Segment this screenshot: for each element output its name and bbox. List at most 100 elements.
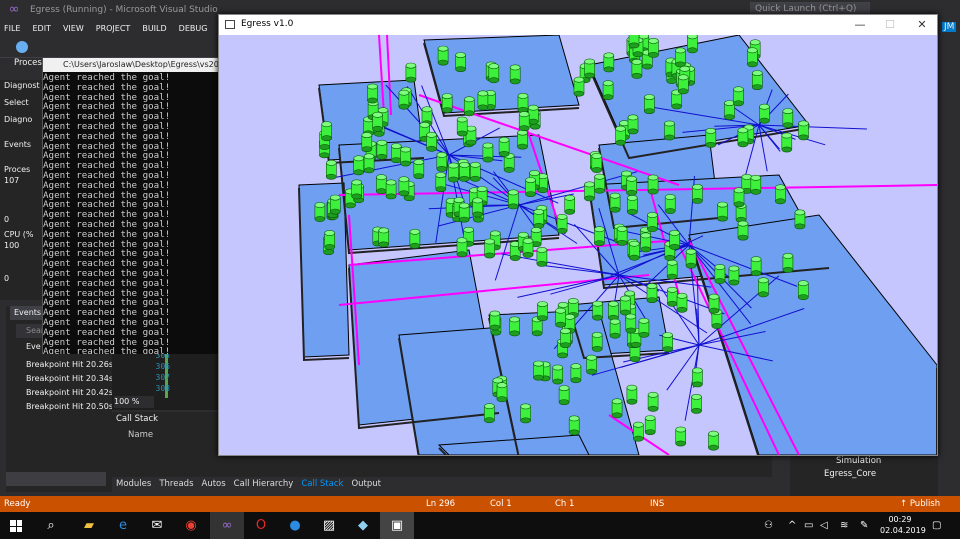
diag-cpu-min: 0 xyxy=(4,274,10,283)
tab-autos[interactable]: Autos xyxy=(202,477,226,491)
floor-slab xyxy=(688,214,937,455)
agent-top xyxy=(326,159,337,166)
agent-base xyxy=(664,134,675,141)
menu-edit[interactable]: EDIT xyxy=(32,24,50,33)
opera-icon[interactable]: O xyxy=(244,512,278,539)
pen-icon[interactable]: ✎ xyxy=(860,512,868,539)
agent-top xyxy=(594,173,605,180)
people-icon[interactable]: ⚇ xyxy=(764,512,773,539)
list-item[interactable]: Breakpoint Hit 20.34s xyxy=(26,372,113,386)
agent-top xyxy=(584,181,595,188)
agent-base xyxy=(400,160,411,167)
agent-top xyxy=(448,162,459,169)
list-item[interactable]: Breakpoint Hit 20.42s xyxy=(26,386,113,400)
agent-top xyxy=(321,121,332,128)
tab-modules[interactable]: Modules xyxy=(116,477,151,491)
tab-output[interactable]: Output xyxy=(351,477,381,491)
list-item[interactable]: Breakpoint Hit 20.26s xyxy=(26,358,113,372)
agent-base xyxy=(594,187,605,194)
agent-top xyxy=(530,227,542,233)
agent-base xyxy=(437,59,449,66)
back-icon[interactable] xyxy=(16,41,28,53)
agent-base xyxy=(687,47,698,54)
agent-top xyxy=(733,86,744,93)
agent-top xyxy=(728,265,740,272)
agent-base xyxy=(456,130,468,137)
menu-debug[interactable]: DEBUG xyxy=(179,24,208,33)
mail-icon[interactable]: ✉ xyxy=(140,512,174,539)
agent-base xyxy=(644,429,656,435)
tab-call-stack[interactable]: Call Stack xyxy=(301,477,343,491)
tree-item-simulation[interactable]: Simulation xyxy=(790,455,940,468)
minimize-button[interactable]: — xyxy=(845,17,875,33)
agent-base xyxy=(629,356,641,362)
tab-threads[interactable]: Threads xyxy=(159,477,193,491)
app-icon[interactable]: ◆ xyxy=(346,512,380,539)
edge-icon[interactable]: e xyxy=(106,512,140,539)
agent-top xyxy=(555,307,566,314)
agent-base xyxy=(436,165,448,172)
agent-base xyxy=(464,110,475,117)
agent-top xyxy=(750,174,762,181)
agent-top xyxy=(794,209,806,216)
agent-base xyxy=(584,195,595,202)
messenger-icon[interactable]: ● xyxy=(278,512,312,539)
agent-base xyxy=(798,134,809,141)
diag-events[interactable]: Events xyxy=(0,139,44,150)
tab-call-hierarchy[interactable]: Call Hierarchy xyxy=(234,477,294,491)
agent-base xyxy=(677,88,689,95)
agent-base xyxy=(750,188,762,195)
chevron-up-icon[interactable]: ^ xyxy=(788,512,796,539)
agent-top xyxy=(647,212,658,218)
arrow-up-icon: ↑ xyxy=(900,499,910,509)
maximize-button[interactable]: ☐ xyxy=(875,17,905,33)
menu-project[interactable]: PROJECT xyxy=(96,24,131,33)
menu-build[interactable]: BUILD xyxy=(142,24,166,33)
visual-studio-icon[interactable]: ∞ xyxy=(210,512,244,539)
agent-top xyxy=(533,360,544,367)
agent-base xyxy=(609,206,621,213)
diag-cpu: CPU (% xyxy=(4,230,34,239)
start-button[interactable] xyxy=(0,512,34,539)
user-avatar[interactable]: JM xyxy=(942,22,957,32)
agent-top xyxy=(465,125,477,132)
call-stack-name-column[interactable]: Name xyxy=(128,430,153,440)
agent-top xyxy=(620,295,631,302)
agent-top xyxy=(664,120,675,127)
notifications-icon[interactable]: ▢ xyxy=(932,512,941,539)
chrome-icon[interactable]: ◉ xyxy=(174,512,208,539)
battery-icon[interactable]: ▭ xyxy=(804,512,813,539)
events-tab[interactable]: Events xyxy=(10,306,46,320)
agent-top xyxy=(602,80,614,87)
agent-base xyxy=(323,249,334,255)
solution-explorer: Simulation Egress_Core xyxy=(790,455,940,496)
publish-button[interactable]: ↑ Publish xyxy=(900,496,958,512)
egress-app-icon[interactable]: ▣ xyxy=(380,512,414,539)
simulation-viewport[interactable] xyxy=(219,35,937,455)
agent-top xyxy=(520,403,531,410)
volume-icon[interactable]: ◁ xyxy=(820,512,828,539)
agent-top xyxy=(568,415,580,422)
agent-base xyxy=(529,123,541,130)
agent-top xyxy=(708,430,719,437)
list-item[interactable]: Breakpoint Hit 20.50s xyxy=(26,400,113,414)
agent-base xyxy=(522,251,534,258)
menu-file[interactable]: FILE xyxy=(4,24,20,33)
agent-top xyxy=(798,120,809,127)
file-explorer-icon[interactable]: ▰ xyxy=(72,512,106,539)
status-ch: Ch 1 xyxy=(555,499,575,509)
menu-view[interactable]: VIEW xyxy=(63,24,84,33)
close-button[interactable]: ✕ xyxy=(907,17,937,33)
agent-top xyxy=(616,225,628,232)
search-icon[interactable]: ⌕ xyxy=(34,512,68,539)
clock[interactable]: 00:29 02.04.2019 xyxy=(880,514,926,536)
photos-icon[interactable]: ▨ xyxy=(312,512,346,539)
agent-top xyxy=(498,137,510,143)
diag-select[interactable]: Select xyxy=(0,97,44,108)
events-scrollbar[interactable] xyxy=(6,472,106,486)
wifi-icon[interactable]: ≋ xyxy=(840,512,848,539)
agent-top xyxy=(378,227,389,234)
tree-item-egress-core[interactable]: Egress_Core xyxy=(790,468,940,481)
zoom-select[interactable]: 100 % xyxy=(114,396,154,408)
agent-top xyxy=(675,47,686,54)
